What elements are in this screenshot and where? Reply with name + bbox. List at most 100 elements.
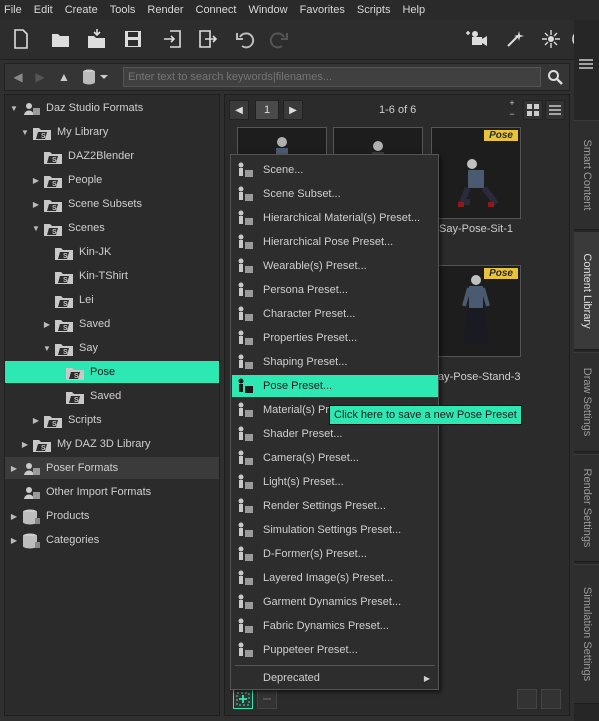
tree-item-pose[interactable]: S Pose <box>5 361 219 383</box>
remove-button[interactable] <box>257 689 277 709</box>
menu-item-light-s-preset[interactable]: Light(s) Preset... <box>232 471 438 493</box>
menu-edit[interactable]: Edit <box>34 4 53 16</box>
menu-file[interactable]: File <box>4 4 22 16</box>
preset-type-icon <box>235 377 255 395</box>
expand-arrow-icon[interactable]: ▶ <box>31 176 41 185</box>
tab-simulation-settings[interactable]: Simulation Settings <box>574 564 599 704</box>
menu-item-wearable-s-preset[interactable]: Wearable(s) Preset... <box>232 255 438 277</box>
tree-item-my-daz-3d-library[interactable]: ▶ S My DAZ 3D Library <box>5 433 219 455</box>
menu-item-d-former-s-preset[interactable]: D-Former(s) Preset... <box>232 543 438 565</box>
paste-button[interactable] <box>541 689 561 709</box>
tab-draw-settings[interactable]: Draw Settings <box>574 352 599 452</box>
list-view-button[interactable] <box>545 100 565 120</box>
database-dropdown-icon[interactable] <box>81 68 111 86</box>
expand-arrow-icon[interactable]: ▶ <box>9 464 19 473</box>
tree-item-saved[interactable]: S Saved <box>5 385 219 407</box>
menu-item-deprecated[interactable]: Deprecated ▶ <box>232 667 438 689</box>
panel-menu-icon[interactable] <box>578 58 594 72</box>
menu-connect[interactable]: Connect <box>196 4 237 16</box>
menu-item-camera-s-preset[interactable]: Camera(s) Preset... <box>232 447 438 469</box>
prev-page-button[interactable]: ◀ <box>229 100 249 120</box>
copy-button[interactable] <box>517 689 537 709</box>
tree-item-products[interactable]: ▶ Products <box>5 505 219 527</box>
menu-item-simulation-settings-preset[interactable]: Simulation Settings Preset... <box>232 519 438 541</box>
icon-view-button[interactable] <box>523 100 543 120</box>
menu-item-layered-image-s-preset[interactable]: Layered Image(s) Preset... <box>232 567 438 589</box>
tree-item-kin-tshirt[interactable]: S Kin-TShirt <box>5 265 219 287</box>
expand-arrow-icon[interactable]: ▶ <box>31 416 41 425</box>
tree-item-categories[interactable]: ▶ Categories <box>5 529 219 551</box>
merge-icon[interactable] <box>84 26 110 52</box>
menu-item-shader-preset[interactable]: Shader Preset... <box>232 423 438 445</box>
tab-smart-content[interactable]: Smart Content <box>574 120 599 230</box>
menu-scripts[interactable]: Scripts <box>357 4 391 16</box>
menu-item-shaping-preset[interactable]: Shaping Preset... <box>232 351 438 373</box>
menu-item-scene-subset[interactable]: Scene Subset... <box>232 183 438 205</box>
menu-item-puppeteer-preset[interactable]: Puppeteer Preset... <box>232 639 438 661</box>
undo-icon[interactable] <box>232 26 258 52</box>
up-level-icon[interactable]: ▲ <box>55 68 73 86</box>
tree-item-people[interactable]: ▶ S People <box>5 169 219 191</box>
tree-item-kin-jk[interactable]: S Kin-JK <box>5 241 219 263</box>
thumbnail-say-pose-sit-1[interactable]: Pose <box>431 127 521 219</box>
expand-arrow-icon[interactable]: ▶ <box>9 536 19 545</box>
new-file-icon[interactable] <box>8 26 34 52</box>
menu-item-label: Shader Preset... <box>263 428 343 440</box>
collapse-arrow-icon[interactable]: ▼ <box>9 104 19 113</box>
search-input[interactable] <box>123 67 541 87</box>
spotlight-add-icon[interactable] <box>502 26 528 52</box>
expand-arrow-icon[interactable]: ▶ <box>20 440 30 449</box>
page-number[interactable]: 1 <box>255 100 279 120</box>
menu-item-render-settings-preset[interactable]: Render Settings Preset... <box>232 495 438 517</box>
light-add-icon[interactable] <box>538 26 564 52</box>
tree-item-lei[interactable]: S Lei <box>5 289 219 311</box>
menu-item-pose-preset[interactable]: Pose Preset... <box>232 375 438 397</box>
menu-help[interactable]: Help <box>402 4 425 16</box>
open-folder-icon[interactable] <box>48 26 74 52</box>
tree-item-scene-subsets[interactable]: ▶ S Scene Subsets <box>5 193 219 215</box>
tree-item-saved[interactable]: ▶ S Saved <box>5 313 219 335</box>
pager: ◀ 1 ▶ 1-6 of 6 + − <box>229 98 565 122</box>
menu-favorites[interactable]: Favorites <box>300 4 345 16</box>
tree-item-daz2blender[interactable]: S DAZ2Blender <box>5 145 219 167</box>
menu-item-properties-preset[interactable]: Properties Preset... <box>232 327 438 349</box>
forward-icon[interactable]: ▶ <box>31 68 49 86</box>
next-page-button[interactable]: ▶ <box>283 100 303 120</box>
menu-item-character-preset[interactable]: Character Preset... <box>232 303 438 325</box>
tree-item-poser-formats[interactable]: ▶ Poser Formats <box>5 457 219 479</box>
back-icon[interactable]: ◀ <box>9 68 27 86</box>
tree-item-other-import-formats[interactable]: Other Import Formats <box>5 481 219 503</box>
add-preset-button[interactable] <box>233 689 253 709</box>
save-icon[interactable] <box>120 26 146 52</box>
camera-add-icon[interactable] <box>464 26 490 52</box>
export-icon[interactable] <box>194 26 220 52</box>
menu-render[interactable]: Render <box>147 4 183 16</box>
menu-item-persona-preset[interactable]: Persona Preset... <box>232 279 438 301</box>
zoom-stepper[interactable]: + − <box>507 98 517 122</box>
menu-item-garment-dynamics-preset[interactable]: Garment Dynamics Preset... <box>232 591 438 613</box>
menu-item-hierarchical-pose-preset[interactable]: Hierarchical Pose Preset... <box>232 231 438 253</box>
redo-icon[interactable] <box>266 26 292 52</box>
tree-item-scenes[interactable]: ▼ S Scenes <box>5 217 219 239</box>
menu-window[interactable]: Window <box>248 4 287 16</box>
menu-item-scene[interactable]: Scene... <box>232 159 438 181</box>
thumbnail-say-pose-stand-3[interactable]: Pose <box>431 265 521 357</box>
tab-render-settings[interactable]: Render Settings <box>574 454 599 562</box>
menu-create[interactable]: Create <box>65 4 98 16</box>
tree-item-daz-studio-formats[interactable]: ▼ Daz Studio Formats <box>5 97 219 119</box>
tree-item-scripts[interactable]: ▶ S Scripts <box>5 409 219 431</box>
expand-arrow-icon[interactable]: ▶ <box>9 512 19 521</box>
expand-arrow-icon[interactable]: ▶ <box>42 320 52 329</box>
tree-item-say[interactable]: ▼ S Say <box>5 337 219 359</box>
collapse-arrow-icon[interactable]: ▼ <box>31 224 41 233</box>
import-icon[interactable] <box>160 26 186 52</box>
menu-item-fabric-dynamics-preset[interactable]: Fabric Dynamics Preset... <box>232 615 438 637</box>
collapse-arrow-icon[interactable]: ▼ <box>20 128 30 137</box>
expand-arrow-icon[interactable]: ▶ <box>31 200 41 209</box>
tree-item-my-library[interactable]: ▼ S My Library <box>5 121 219 143</box>
search-icon[interactable] <box>545 67 565 87</box>
collapse-arrow-icon[interactable]: ▼ <box>42 344 52 353</box>
tab-content-library[interactable]: Content Library <box>574 232 599 350</box>
menu-tools[interactable]: Tools <box>110 4 136 16</box>
menu-item-hierarchical-material-s-preset[interactable]: Hierarchical Material(s) Preset... <box>232 207 438 229</box>
